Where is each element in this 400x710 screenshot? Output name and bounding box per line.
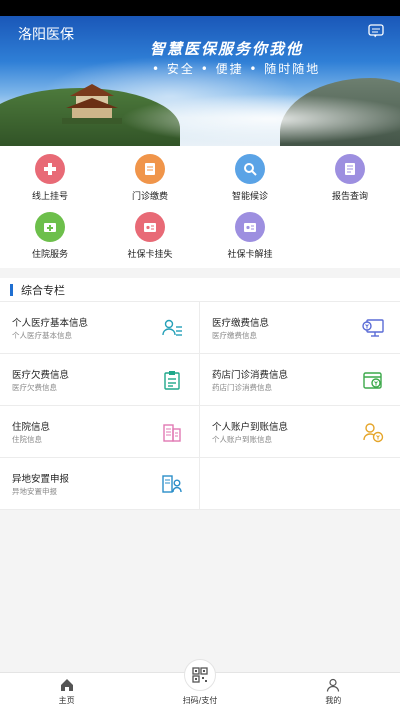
card-lost-icon — [135, 212, 165, 242]
report-icon — [335, 154, 365, 184]
banner-mist — [120, 94, 400, 144]
service-label: 住院服务 — [31, 250, 68, 260]
info-personal-medical[interactable]: 个人医疗基本信息 个人医疗基本信息 — [0, 302, 200, 354]
scan-bubble[interactable] — [183, 659, 216, 691]
status-bar — [0, 0, 400, 16]
service-label: 门诊缴费 — [131, 192, 168, 202]
info-grid: 个人医疗基本信息 个人医疗基本信息 医疗缴费信息 医疗缴费信息 医疗欠费信息 医… — [0, 302, 400, 510]
card-unlock-icon — [235, 212, 265, 242]
building-icon — [163, 424, 181, 442]
info-title: 医疗缴费信息 — [212, 318, 270, 329]
info-subtitle: 住院信息 — [12, 435, 42, 444]
monitor-payment-icon — [362, 319, 384, 337]
service-label: 线上挂号 — [31, 192, 68, 202]
nav-mine-label: 我的 — [325, 696, 342, 705]
nav-home-label: 主页 — [58, 696, 75, 705]
hospital-card-icon — [35, 212, 65, 242]
banner-slogan: 智慧医保服务你我他 — [150, 40, 304, 58]
info-subtitle: 个人账户到账信息 — [212, 435, 272, 444]
info-title: 医疗欠费信息 — [12, 370, 70, 381]
header-banner: 洛阳医保 智慧医保服务你我他 • 安全 • 便捷 • 随时随地 — [0, 16, 400, 146]
person-list-icon — [162, 319, 182, 336]
info-empty-cell — [200, 458, 400, 510]
section-title: 综合专栏 — [21, 283, 65, 297]
section-header: 综合专栏 — [0, 278, 400, 302]
info-title: 异地安置申报 — [12, 474, 70, 485]
banner-sub-slogan: • 安全 • 便捷 • 随时随地 — [152, 62, 321, 76]
person-coin-icon — [363, 423, 384, 443]
info-subtitle: 医疗欠费信息 — [12, 383, 57, 392]
pagoda-illustration — [62, 84, 122, 124]
wallet-icon — [363, 372, 382, 389]
info-account-arrival[interactable]: 个人账户到账信息 个人账户到账信息 — [200, 406, 400, 458]
service-label: 社保卡解挂 — [227, 250, 273, 260]
app-title: 洛阳医保 — [18, 27, 74, 43]
clipboard-icon — [164, 371, 180, 390]
info-subtitle: 医疗缴费信息 — [212, 331, 257, 340]
user-icon — [327, 678, 340, 692]
info-relocation-declaration[interactable]: 异地安置申报 异地安置申报 — [0, 458, 200, 510]
service-online-registration[interactable]: 线上挂号 — [0, 154, 100, 212]
service-label: 社保卡挂失 — [127, 250, 173, 260]
info-subtitle: 药店门诊消费信息 — [212, 383, 272, 392]
home-icon — [60, 679, 73, 691]
bill-icon — [135, 154, 165, 184]
message-icon[interactable] — [368, 24, 384, 38]
info-medical-payment[interactable]: 医疗缴费信息 医疗缴费信息 — [200, 302, 400, 354]
info-title: 个人医疗基本信息 — [12, 318, 89, 329]
app-root: 洛阳医保 智慧医保服务你我他 • 安全 • 便捷 • 随时随地 线上挂号 门诊缴… — [0, 0, 400, 710]
nav-scan-label: 扫码/支付 — [182, 696, 218, 705]
nav-home[interactable]: 主页 — [0, 673, 133, 710]
info-subtitle: 个人医疗基本信息 — [12, 331, 72, 340]
nav-mine[interactable]: 我的 — [267, 673, 400, 710]
info-subtitle: 异地安置申报 — [12, 487, 57, 496]
service-outpatient-payment[interactable]: 门诊缴费 — [100, 154, 200, 212]
service-card-report-lost[interactable]: 社保卡挂失 — [100, 212, 200, 270]
service-report-query[interactable]: 报告查询 — [300, 154, 400, 212]
section-accent-bar — [10, 283, 13, 296]
bottom-nav: 主页 扫码/支付 我的 — [0, 659, 400, 710]
info-pharmacy-consumption[interactable]: 药店门诊消费信息 药店门诊消费信息 — [200, 354, 400, 406]
info-title: 住院信息 — [12, 422, 51, 433]
qr-code-icon — [192, 667, 208, 683]
service-card-unlock[interactable]: 社保卡解挂 — [200, 212, 300, 270]
service-label: 报告查询 — [331, 192, 368, 202]
service-label: 智能候诊 — [231, 192, 268, 202]
info-title: 个人账户到账信息 — [212, 422, 289, 433]
medical-cross-icon — [35, 154, 65, 184]
nav-scan-pay[interactable]: 扫码/支付 — [133, 659, 266, 710]
service-smart-queue[interactable]: 智能候诊 — [200, 154, 300, 212]
info-medical-arrears[interactable]: 医疗欠费信息 医疗欠费信息 — [0, 354, 200, 406]
queue-search-icon — [235, 154, 265, 184]
info-hospitalization[interactable]: 住院信息 住院信息 — [0, 406, 200, 458]
service-grid: 线上挂号 门诊缴费 智能候诊 报告查询 住院服务 社保卡挂失 社保卡解挂 — [0, 146, 400, 268]
service-inpatient[interactable]: 住院服务 — [0, 212, 100, 270]
info-title: 药店门诊消费信息 — [212, 370, 289, 381]
relocation-icon — [162, 475, 182, 493]
